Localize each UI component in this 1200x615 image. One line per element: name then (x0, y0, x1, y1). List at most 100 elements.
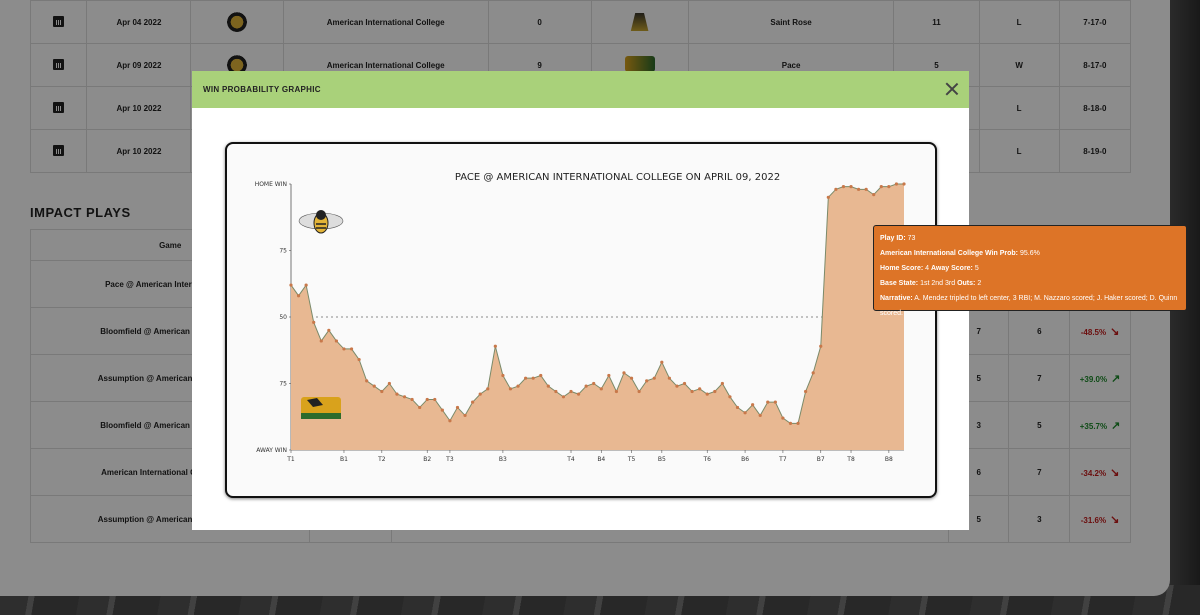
data-point (357, 357, 361, 362)
data-point (425, 397, 429, 402)
data-point (296, 294, 301, 298)
data-point (349, 347, 354, 351)
win-probability-modal: WIN PROBABILITY GRAPHIC PACE @ AMERICAN … (192, 71, 999, 530)
data-point (448, 419, 452, 423)
data-point (471, 400, 475, 404)
y-tick-label: AWAY WIN (256, 447, 287, 454)
data-point (751, 403, 755, 407)
data-point (372, 384, 376, 388)
tooltip-away-score: 5 (974, 265, 979, 272)
x-tick-label: T7 (778, 456, 787, 463)
x-tick-label: B8 (885, 456, 893, 463)
data-point (501, 373, 505, 378)
tooltip-label: Outs: (957, 280, 976, 287)
data-point (561, 395, 566, 399)
data-point (629, 376, 634, 380)
x-tick-label: T2 (377, 456, 386, 463)
data-point (660, 360, 664, 364)
data-point (720, 381, 724, 386)
data-point (879, 185, 883, 189)
tooltip-base-state: 1st 2nd 3rd (920, 280, 956, 287)
pace-logo (301, 397, 341, 419)
data-point (433, 397, 437, 402)
data-point (554, 389, 558, 394)
data-point (758, 413, 762, 418)
data-point (418, 405, 422, 410)
win-probability-chart: PACE @ AMERICAN INTERNATIONAL COLLEGE ON… (225, 142, 999, 498)
data-point (743, 411, 747, 415)
chart-svg: PACE @ AMERICAN INTERNATIONAL COLLEGE ON… (255, 172, 999, 463)
data-point (894, 182, 899, 186)
data-point (387, 381, 391, 386)
data-point (856, 187, 861, 191)
tooltip-narrative: A. Mendez tripled to left center, 3 RBI;… (880, 295, 1178, 317)
data-point (622, 371, 626, 375)
data-point (796, 421, 800, 425)
data-point (872, 193, 876, 197)
data-point (569, 389, 573, 394)
tooltip-home-score: 4 (925, 265, 930, 272)
data-point (395, 392, 399, 396)
data-point (766, 400, 770, 404)
data-point (516, 384, 520, 388)
modal-title: WIN PROBABILITY GRAPHIC (203, 85, 321, 94)
data-point (539, 373, 543, 378)
data-point (834, 187, 838, 191)
data-point (289, 283, 293, 287)
y-tick-label: 50 (279, 314, 287, 321)
data-point (902, 182, 906, 186)
chart-title: PACE @ AMERICAN INTERNATIONAL COLLEGE ON… (455, 172, 780, 183)
x-tick-label: B7 (817, 456, 825, 463)
data-point (576, 392, 581, 396)
data-point (592, 381, 596, 386)
modal-header: WIN PROBABILITY GRAPHIC (192, 71, 969, 108)
data-point (531, 376, 535, 380)
data-point (486, 387, 490, 391)
data-point (365, 379, 369, 383)
tooltip-label: American International College Win Prob: (880, 250, 1019, 257)
data-point (645, 379, 649, 383)
data-point (614, 389, 619, 394)
data-point (342, 347, 346, 351)
data-point (826, 195, 830, 199)
data-point (508, 387, 513, 391)
data-point (327, 328, 331, 332)
data-point (304, 283, 308, 287)
data-point (819, 344, 823, 348)
data-point (584, 384, 588, 388)
data-point (781, 416, 785, 420)
data-point (690, 389, 694, 394)
y-tick-label: HOME WIN (255, 181, 287, 188)
hornet-logo (298, 210, 344, 234)
data-point (637, 389, 641, 394)
data-point (887, 185, 891, 189)
x-tick-label: T6 (702, 456, 711, 463)
data-point (667, 376, 671, 380)
data-point (440, 408, 444, 412)
tooltip-win-prob: 95.6% (1019, 250, 1040, 257)
tooltip-play-id: 73 (907, 235, 916, 242)
data-point (607, 373, 611, 378)
data-point (524, 376, 528, 380)
data-point (735, 405, 740, 410)
x-tick-label: B1 (340, 456, 348, 463)
x-tick-label: T3 (445, 456, 454, 463)
tooltip-outs: 2 (977, 280, 982, 287)
data-point (682, 381, 687, 386)
data-point (546, 384, 550, 388)
x-tick-label: T4 (566, 456, 575, 463)
data-point (410, 397, 414, 402)
data-point (773, 400, 777, 404)
x-tick-label: B3 (499, 456, 507, 463)
tooltip-label: Base State: (880, 280, 919, 287)
x-tick-label: T5 (627, 456, 636, 463)
data-point (713, 389, 717, 394)
data-point (599, 387, 603, 391)
data-point (675, 384, 679, 388)
tooltip-label: Home Score: (880, 265, 924, 272)
data-point (334, 339, 339, 343)
x-tick-label: B5 (658, 456, 666, 463)
close-icon[interactable] (945, 82, 959, 96)
data-point (402, 395, 407, 399)
data-point (463, 413, 467, 418)
